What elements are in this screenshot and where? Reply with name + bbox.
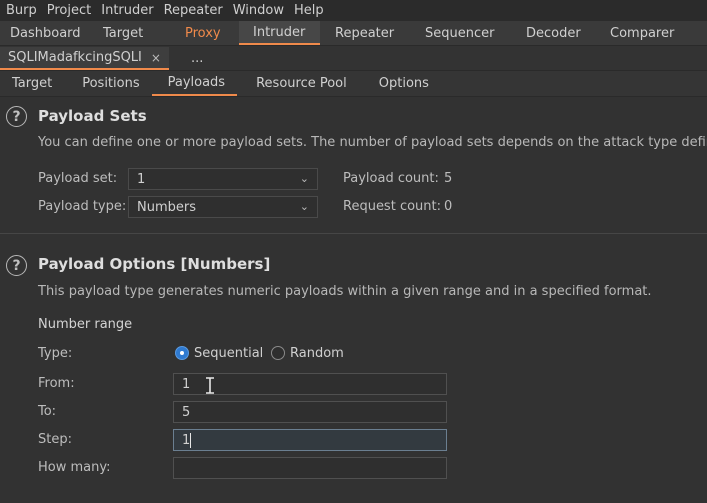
menu-burp[interactable]: Burp	[4, 3, 45, 18]
subtab-target[interactable]: Target	[0, 71, 64, 96]
help-icon[interactable]: ?	[6, 255, 27, 276]
step-input[interactable]: 1	[173, 429, 447, 451]
sequential-label[interactable]: Sequential	[194, 346, 263, 361]
payload-type-label: Payload type:	[38, 199, 127, 214]
number-range-heading: Number range	[38, 317, 133, 332]
to-input[interactable]: 5	[173, 401, 447, 423]
request-count-label: Request count:	[343, 199, 441, 214]
from-value: 1	[182, 376, 191, 392]
section-divider	[0, 233, 707, 234]
payloads-panel: ? Payload Sets You can define one or mor…	[0, 98, 707, 503]
tab-proxy[interactable]: Proxy	[175, 21, 239, 45]
payload-count-value: 5	[444, 171, 453, 186]
intruder-instance-tabs: SQLIMadafkcingSQLI × ...	[0, 46, 707, 71]
help-icon[interactable]: ?	[6, 106, 27, 127]
step-label: Step:	[38, 432, 72, 447]
instance-tab-label: SQLIMadafkcingSQLI	[8, 50, 142, 65]
random-label[interactable]: Random	[290, 346, 344, 361]
tab-target[interactable]: Target	[89, 21, 175, 45]
payload-sets-description: You can define one or more payload sets.…	[38, 135, 707, 150]
to-value: 5	[182, 404, 191, 420]
tab-sequencer[interactable]: Sequencer	[410, 21, 510, 45]
menu-bar: Burp Project Intruder Repeater Window He…	[0, 0, 707, 21]
payload-type-select[interactable]: Numbers ⌄	[128, 196, 318, 218]
from-label: From:	[38, 376, 75, 391]
menu-window[interactable]: Window	[231, 3, 292, 18]
main-tab-bar: Dashboard Target Proxy Intruder Repeater…	[0, 21, 707, 46]
text-cursor-icon	[206, 377, 214, 394]
tab-repeater[interactable]: Repeater	[320, 21, 410, 45]
subtab-payloads[interactable]: Payloads	[151, 71, 238, 96]
chevron-down-icon: ⌄	[299, 172, 309, 185]
to-label: To:	[38, 404, 57, 419]
payload-options-title: Payload Options [Numbers]	[38, 255, 271, 273]
instance-tab-active[interactable]: SQLIMadafkcingSQLI ×	[0, 47, 169, 70]
caret	[190, 433, 191, 448]
menu-intruder[interactable]: Intruder	[99, 3, 161, 18]
payload-sets-title: Payload Sets	[38, 107, 147, 125]
request-count-value: 0	[444, 199, 453, 214]
payload-set-label: Payload set:	[38, 171, 118, 186]
subtab-positions[interactable]: Positions	[64, 71, 151, 96]
instance-tab-more[interactable]: ...	[169, 47, 211, 70]
payload-set-select[interactable]: 1 ⌄	[128, 168, 318, 190]
tab-comparer[interactable]: Comparer	[597, 21, 707, 45]
menu-help[interactable]: Help	[292, 3, 332, 18]
sequential-radio[interactable]	[175, 346, 189, 360]
how-many-input[interactable]	[173, 457, 447, 479]
intruder-sub-tabs: Target Positions Payloads Resource Pool …	[0, 71, 707, 97]
tab-decoder[interactable]: Decoder	[510, 21, 597, 45]
subtab-resource-pool[interactable]: Resource Pool	[237, 71, 359, 96]
random-radio[interactable]	[271, 346, 285, 360]
payload-set-value: 1	[137, 171, 146, 187]
subtab-options[interactable]: Options	[359, 71, 441, 96]
range-type-label: Type:	[38, 346, 73, 361]
payload-type-value: Numbers	[137, 199, 196, 215]
tab-intruder[interactable]: Intruder	[239, 21, 320, 45]
close-icon[interactable]: ×	[151, 51, 161, 65]
chevron-down-icon: ⌄	[299, 200, 309, 213]
tab-dashboard[interactable]: Dashboard	[0, 21, 89, 45]
menu-project[interactable]: Project	[45, 3, 99, 18]
payload-options-description: This payload type generates numeric payl…	[38, 284, 652, 299]
payload-count-label: Payload count:	[343, 171, 439, 186]
menu-repeater[interactable]: Repeater	[162, 3, 231, 18]
how-many-label: How many:	[38, 460, 111, 475]
